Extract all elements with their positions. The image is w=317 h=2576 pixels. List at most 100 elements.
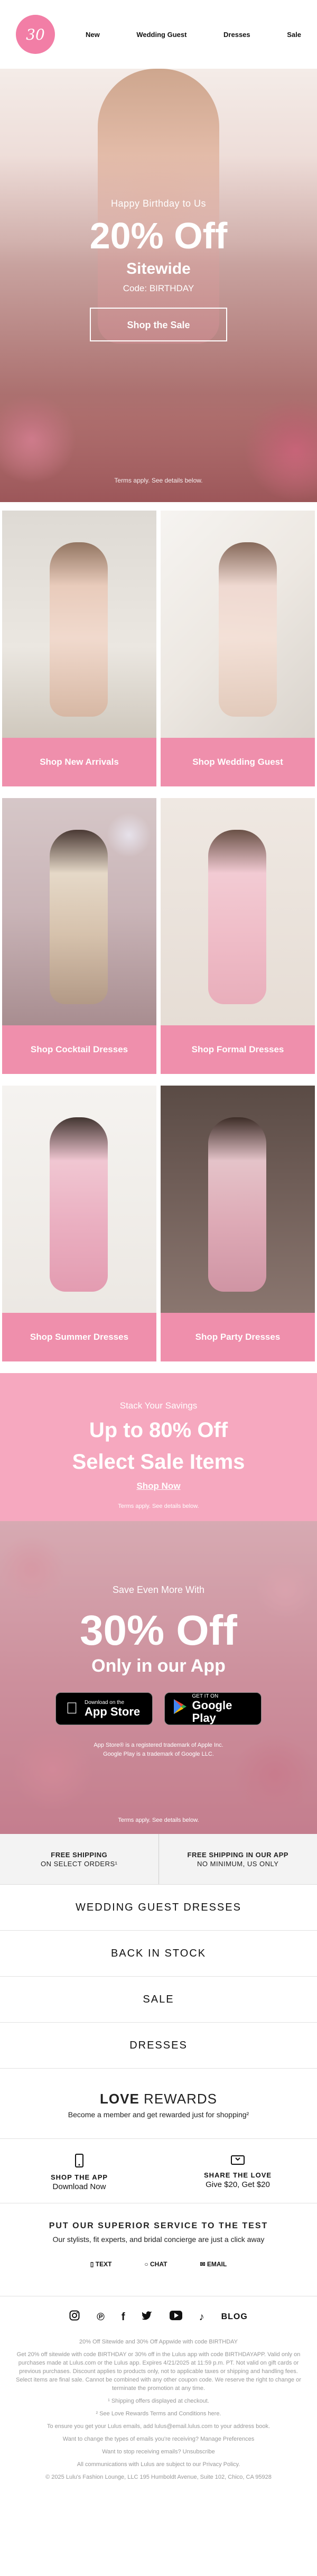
app-legal-google: Google Play is a trademark of Google LLC… xyxy=(103,1751,214,1757)
sale-headline-1: Up to 80% Off xyxy=(89,1419,228,1442)
instagram-icon[interactable] xyxy=(69,2310,80,2324)
footer-offer-terms: Get 20% off sitewide with code BIRTHDAY … xyxy=(16,2351,301,2392)
link-wedding-guest-dresses[interactable]: WEDDING GUEST DRESSES xyxy=(0,1885,317,1931)
twitter-icon[interactable] xyxy=(141,2311,153,2323)
app-shipping-sub: NO MINIMUM, US ONLY xyxy=(197,1860,279,1868)
nav-links: New Wedding Guest Dresses Sale xyxy=(86,31,301,39)
hero-kicker: Happy Birthday to Us xyxy=(110,198,207,209)
envelope-icon: ✉ xyxy=(200,2260,206,2268)
service-subtitle: Our stylists, fit experts, and bridal co… xyxy=(52,2235,265,2244)
promo-code: Code: BIRTHDAY xyxy=(123,283,194,293)
shop-the-app-link[interactable]: SHOP THE APP Download Now xyxy=(0,2139,158,2203)
google-play-small-text: GET IT ON xyxy=(192,1693,219,1699)
footer-legal: 20% Off Sitewide and 30% Off Appwide wit… xyxy=(0,2338,317,2481)
app-legal: App Store® is a registered trademark of … xyxy=(0,1741,317,1759)
category-image[interactable] xyxy=(161,798,315,1025)
shop-now-link[interactable]: Shop Now xyxy=(136,1481,180,1491)
shop-formal-dresses-button[interactable]: Shop Formal Dresses xyxy=(161,1025,315,1074)
google-play-icon xyxy=(171,1699,189,1719)
tiktok-icon[interactable]: ♪ xyxy=(199,2311,204,2323)
category-image[interactable] xyxy=(2,1086,156,1313)
app-shipping-title: FREE SHIPPING IN OUR APP xyxy=(187,1851,288,1859)
footer-rewards-note: ² See Love Rewards Terms and Conditions … xyxy=(96,2411,221,2417)
share-the-love-title: SHARE THE LOVE xyxy=(203,2171,272,2179)
category-row: Shop New Arrivals Shop Wedding Guest xyxy=(0,511,317,786)
free-shipping-offer: FREE SHIPPING ON SELECT ORDERS¹ xyxy=(0,1834,159,1884)
love-rewards[interactable]: LOVE REWARDS Become a member and get rew… xyxy=(0,2069,317,2139)
category-tile-party: Shop Party Dresses xyxy=(161,1086,315,1361)
app-fine-print: Terms apply. See details below. xyxy=(118,1817,199,1823)
nav-link-dresses[interactable]: Dresses xyxy=(223,31,250,39)
text-contact-link[interactable]: ▯ TEXT xyxy=(90,2260,112,2268)
shop-the-sale-button[interactable]: Shop the Sale xyxy=(90,308,227,341)
shipping-bar: FREE SHIPPING ON SELECT ORDERS¹ FREE SHI… xyxy=(0,1834,317,1885)
shop-cocktail-dresses-button[interactable]: Shop Cocktail Dresses xyxy=(2,1025,156,1074)
shop-summer-dresses-button[interactable]: Shop Summer Dresses xyxy=(2,1313,156,1361)
category-image[interactable] xyxy=(2,511,156,738)
chat-bubble-icon: ○ xyxy=(144,2260,148,2268)
category-tile-wedding-guest: Shop Wedding Guest xyxy=(161,511,315,786)
contact-options: ▯ TEXT ○ CHAT ✉ EMAIL xyxy=(0,2260,317,2268)
category-tile-new-arrivals: Shop New Arrivals xyxy=(2,511,156,786)
apple-icon:  xyxy=(62,1700,81,1718)
footer-copyright: © 2025 Lulu's Fashion Lounge, LLC 195 Hu… xyxy=(45,2474,272,2480)
social-links: ℗ f ♪ BLOG xyxy=(0,2296,317,2338)
category-image[interactable] xyxy=(2,798,156,1025)
category-tile-formal: Shop Formal Dresses xyxy=(161,798,315,1074)
share-the-love-sub: Give $20, Get $20 xyxy=(206,2180,270,2189)
shop-party-dresses-button[interactable]: Shop Party Dresses xyxy=(161,1313,315,1361)
shop-wedding-guest-button[interactable]: Shop Wedding Guest xyxy=(161,738,315,786)
category-image[interactable] xyxy=(161,511,315,738)
free-shipping-sub: ON SELECT ORDERS¹ xyxy=(40,1860,118,1868)
app-kicker: Save Even More With xyxy=(112,1584,205,1595)
logo-text: 30 xyxy=(26,25,45,43)
youtube-icon[interactable] xyxy=(169,2311,182,2323)
hero-banner[interactable]: Happy Birthday to Us 20% Off Sitewide Co… xyxy=(0,69,317,502)
app-promo-banner: Save Even More With 30% Off Only in our … xyxy=(0,1521,317,1834)
footer-privacy-note: All communications with Lulus are subjec… xyxy=(77,2461,240,2468)
footer-offer-title: 20% Off Sitewide and 30% Off Appwide wit… xyxy=(79,2339,238,2345)
app-share-row: SHOP THE APP Download Now SHARE THE LOVE… xyxy=(0,2139,317,2203)
phone-icon xyxy=(0,2154,158,2171)
rewards-subtitle: Become a member and get rewarded just fo… xyxy=(68,2110,249,2119)
category-image[interactable] xyxy=(161,1086,315,1313)
app-store-small-text: Download on the xyxy=(85,1699,125,1706)
hero-subhead: Sitewide xyxy=(126,260,191,277)
sale-banner[interactable]: Stack Your Savings Up to 80% Off Select … xyxy=(0,1373,317,1521)
footer-preferences-note: Want to change the types of emails you'r… xyxy=(62,2436,255,2442)
facebook-icon[interactable]: f xyxy=(122,2311,125,2323)
share-the-love-link[interactable]: SHARE THE LOVE Give $20, Get $20 xyxy=(158,2139,317,2203)
app-store-label: App Store xyxy=(85,1704,141,1718)
brand-logo[interactable]: 30 xyxy=(16,15,55,54)
rewards-title-bold: LOVE xyxy=(100,2091,139,2107)
shop-new-arrivals-button[interactable]: Shop New Arrivals xyxy=(2,738,156,786)
category-tile-cocktail: Shop Cocktail Dresses xyxy=(2,798,156,1074)
category-tile-summer: Shop Summer Dresses xyxy=(2,1086,156,1361)
email-contact-link[interactable]: ✉ EMAIL xyxy=(200,2260,227,2268)
category-row: Shop Summer Dresses Shop Party Dresses xyxy=(0,1086,317,1361)
pinterest-icon[interactable]: ℗ xyxy=(97,2311,105,2323)
nav-link-sale[interactable]: Sale xyxy=(287,31,301,39)
footer-unsubscribe-note: Want to stop receiving emails? Unsubscri… xyxy=(102,2449,215,2455)
text-message-icon: ▯ xyxy=(90,2260,94,2268)
chat-contact-link[interactable]: ○ CHAT xyxy=(144,2260,167,2268)
link-back-in-stock[interactable]: BACK IN STOCK xyxy=(0,1931,317,1977)
nav-link-new[interactable]: New xyxy=(86,31,100,39)
app-headline: 30% Off xyxy=(80,1607,237,1654)
rewards-title-thin: REWARDS xyxy=(144,2091,217,2107)
rewards-title: LOVE REWARDS xyxy=(0,2091,317,2107)
customer-service: PUT OUR SUPERIOR SERVICE TO THE TEST Our… xyxy=(0,2203,317,2296)
store-badges:  Download on the App Store GET IT ON Go… xyxy=(0,1692,317,1725)
footer-shipping-note: ¹ Shipping offers displayed at checkout. xyxy=(108,2398,209,2404)
shop-the-app-title: SHOP THE APP xyxy=(50,2173,108,2181)
app-store-button[interactable]:  Download on the App Store xyxy=(55,1692,153,1725)
blog-link[interactable]: BLOG xyxy=(221,2312,248,2322)
link-dresses[interactable]: DRESSES xyxy=(0,2023,317,2069)
google-play-label: Google Play xyxy=(192,1698,232,1725)
google-play-button[interactable]: GET IT ON Google Play xyxy=(164,1692,262,1725)
nav-link-wedding-guest[interactable]: Wedding Guest xyxy=(136,31,187,39)
sale-headline-2: Select Sale Items xyxy=(72,1450,245,1474)
app-subhead: Only in our App xyxy=(91,1656,226,1676)
link-sale[interactable]: SALE xyxy=(0,1977,317,2023)
top-nav: 30 New Wedding Guest Dresses Sale xyxy=(0,0,317,69)
